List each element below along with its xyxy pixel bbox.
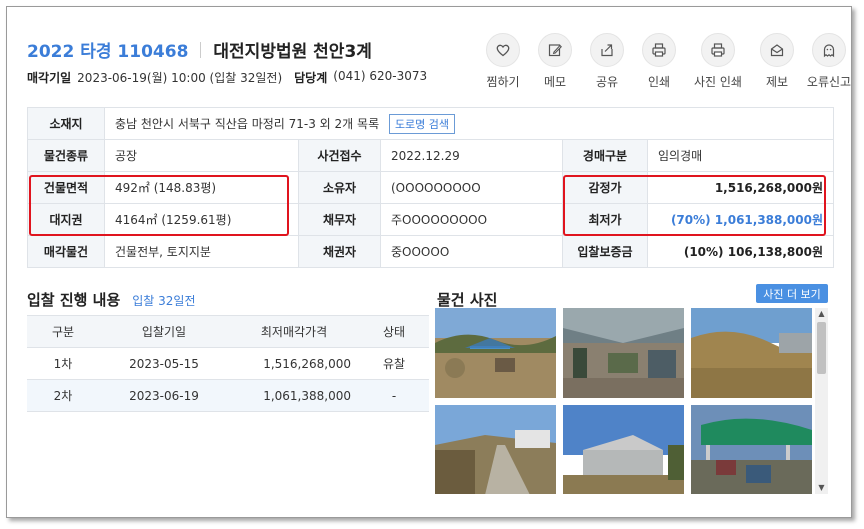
bidding-dday: 입찰 32일전	[132, 294, 196, 308]
debtor-value: 주OOOOOOOOO	[380, 203, 563, 236]
round-cell: 1차	[27, 347, 99, 380]
column-header: 최저매각가격	[229, 315, 359, 348]
sale-object-label: 매각물건	[27, 235, 105, 268]
status-cell: -	[359, 379, 429, 412]
sale-info: 매각기일 2023-06-19(월) 10:00 (입찰 32일전) 담당계 (…	[27, 69, 427, 86]
favorite-label: 찜하기	[486, 75, 520, 89]
minimum-price-label: 최저가	[562, 203, 648, 236]
memo-icon	[538, 33, 572, 67]
case-received-label: 사건접수	[298, 139, 381, 172]
error-report-label: 오류신고	[806, 75, 852, 89]
type-label: 물건종류	[27, 139, 105, 172]
date-cell: 2023-06-19	[99, 379, 229, 412]
photo-grid	[435, 308, 814, 494]
print-button[interactable]: 인쇄	[633, 33, 685, 90]
bidding-title: 입찰 진행 내용	[27, 291, 121, 309]
report-label: 제보	[765, 75, 789, 89]
appraisal-label: 감정가	[562, 171, 648, 204]
bidding-table: 구분 입찰기일 최저매각가격 상태 1차 2023-05-15 1,516,26…	[27, 315, 429, 412]
deposit-value: (10%) 106,138,800원	[646, 235, 835, 268]
column-header: 상태	[359, 315, 429, 348]
building-area-value: 492㎡ (148.83평)	[104, 171, 299, 204]
round-cell: 2차	[27, 379, 99, 412]
scroll-up-arrow-icon[interactable]: ▲	[815, 308, 828, 320]
court-name: 대전지방법원 천안3계	[213, 42, 372, 62]
share-label: 공유	[595, 75, 619, 89]
road-search-button[interactable]: 도로명 검색	[388, 113, 456, 134]
type-value: 공장	[104, 139, 299, 172]
photo-print-button[interactable]: 사진 인쇄	[685, 33, 751, 90]
land-right-value: 4164㎡ (1259.61평)	[104, 203, 299, 236]
creditor-value: 중OOOOO	[380, 235, 563, 268]
sale-date-value: 2023-06-19(월) 10:00 (입찰 32일전)	[77, 71, 283, 85]
auction-type-value: 임의경매	[646, 139, 835, 172]
owner-value: (OOOOOOOOO	[380, 171, 563, 204]
property-photo-5[interactable]	[563, 405, 684, 494]
column-header: 구분	[27, 315, 99, 348]
print-label: 인쇄	[647, 75, 671, 89]
sale-object-value: 건물전부, 토지지분	[104, 235, 299, 268]
deposit-label: 입찰보증금	[562, 235, 648, 268]
photo-scrollbar[interactable]: ▲ ▼	[815, 308, 828, 494]
memo-button[interactable]: 메모	[529, 33, 581, 90]
minimum-price-value: (70%) 1,061,388,000원	[646, 203, 835, 236]
case-number: 2022 타경 110468	[27, 42, 189, 62]
auction-detail-panel: 2022 타경 110468 대전지방법원 천안3계 매각기일 2023-06-…	[6, 6, 852, 518]
date-cell: 2023-05-15	[99, 347, 229, 380]
land-right-label: 대지권	[27, 203, 105, 236]
table-row: 1차 2023-05-15 1,516,268,000 유찰	[27, 347, 429, 380]
property-photo-4[interactable]	[435, 405, 556, 494]
location-cell: 충남 천안시 서북구 직산읍 마정리 71-3 외 2개 목록 도로명 검색	[103, 107, 835, 140]
heart-icon	[486, 33, 520, 67]
print-icon	[701, 33, 735, 67]
ghost-icon	[812, 33, 846, 67]
price-cell: 1,516,268,000	[229, 347, 359, 380]
property-photo-6[interactable]	[691, 405, 812, 494]
more-photos-button[interactable]: 사진 더 보기	[756, 284, 828, 303]
share-button[interactable]: 공유	[581, 33, 633, 90]
favorite-button[interactable]: 찜하기	[477, 33, 529, 90]
print-icon	[642, 33, 676, 67]
report-icon	[760, 33, 794, 67]
photos-title: 물건 사진	[437, 291, 498, 309]
status-cell: 유찰	[359, 347, 429, 380]
action-toolbar: 찜하기 메모 공유 인쇄 사진 인쇄 제보 오류신고	[477, 33, 855, 90]
price-cell: 1,061,388,000	[229, 379, 359, 412]
property-photo-3[interactable]	[691, 308, 812, 398]
dept-label: 담당계	[294, 71, 328, 85]
scroll-thumb[interactable]	[817, 322, 826, 374]
case-received-value: 2022.12.29	[380, 139, 563, 172]
error-report-button[interactable]: 오류신고	[803, 33, 855, 90]
case-header: 2022 타경 110468 대전지방법원 천안3계	[27, 37, 372, 62]
sale-date-label: 매각기일	[27, 71, 72, 85]
table-row: 2차 2023-06-19 1,061,388,000 -	[27, 379, 429, 412]
photo-print-label: 사진 인쇄	[694, 75, 742, 89]
building-area-label: 건물면적	[27, 171, 105, 204]
divider	[200, 41, 202, 58]
location-label: 소재지	[27, 107, 105, 140]
memo-label: 메모	[543, 75, 567, 89]
property-photo-1[interactable]	[435, 308, 556, 398]
appraisal-value: 1,516,268,000원	[646, 171, 835, 204]
auction-type-label: 경매구분	[562, 139, 648, 172]
scroll-down-arrow-icon[interactable]: ▼	[815, 482, 828, 494]
property-photo-2[interactable]	[563, 308, 684, 398]
bidding-section-header: 입찰 진행 내용 입찰 32일전	[27, 289, 196, 310]
dept-phone: (041) 620-3073	[333, 69, 428, 83]
column-header: 입찰기일	[99, 315, 229, 348]
share-icon	[590, 33, 624, 67]
location-value: 충남 천안시 서북구 직산읍 마정리 71-3 외 2개 목록	[115, 116, 380, 131]
report-button[interactable]: 제보	[751, 33, 803, 90]
creditor-label: 채권자	[298, 235, 381, 268]
property-info-table: 소재지 충남 천안시 서북구 직산읍 마정리 71-3 외 2개 목록 도로명 …	[27, 107, 835, 268]
owner-label: 소유자	[298, 171, 381, 204]
debtor-label: 채무자	[298, 203, 381, 236]
bidding-header-row: 구분 입찰기일 최저매각가격 상태	[27, 315, 429, 348]
